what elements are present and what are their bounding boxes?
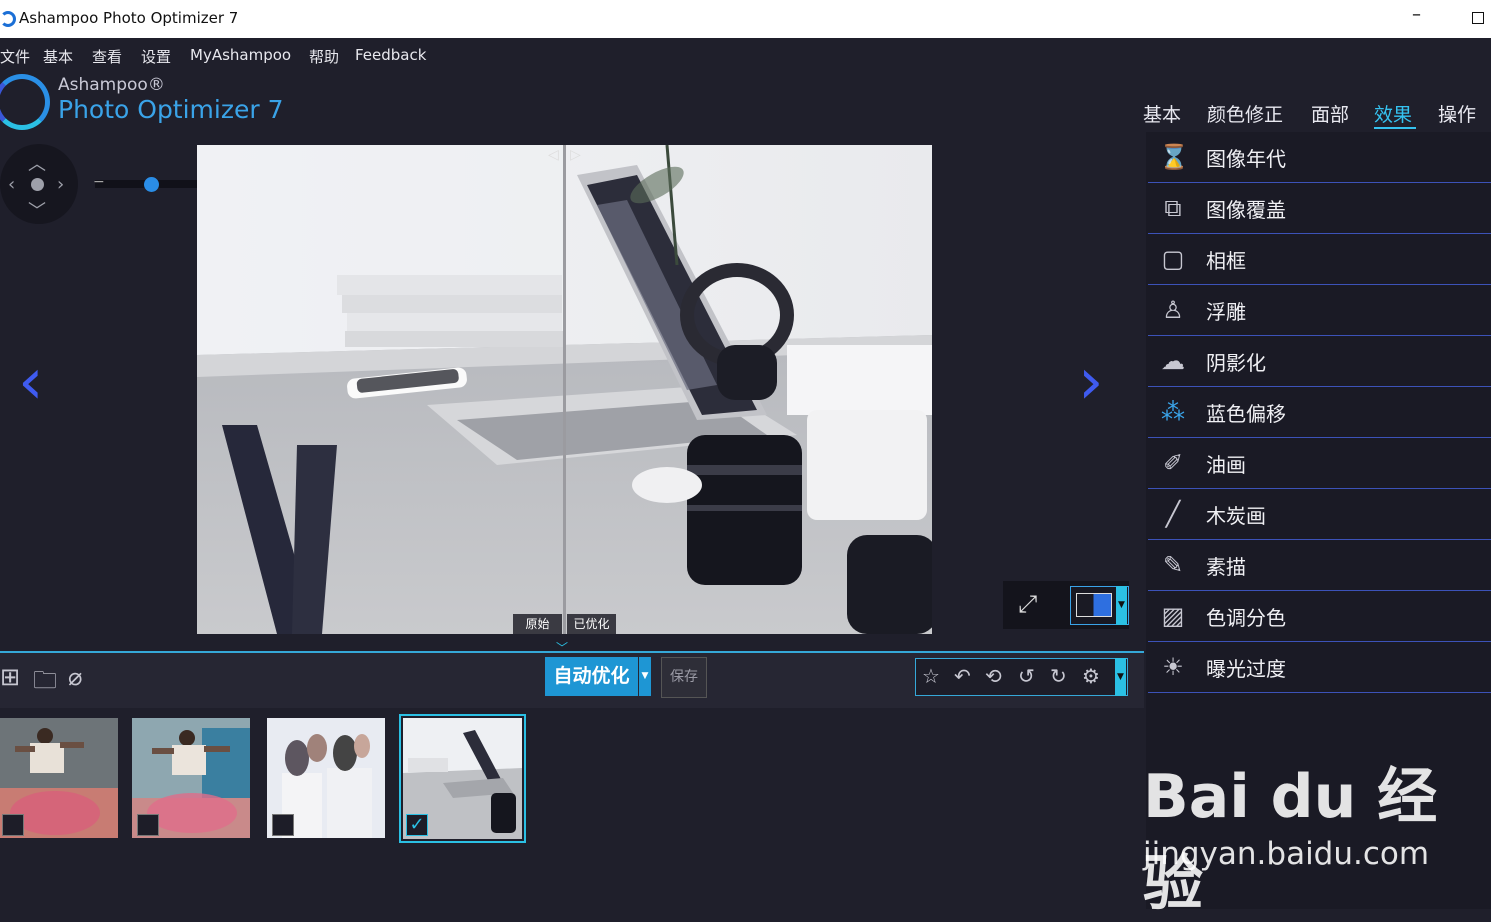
watermark-logo: Bai du 经验 (1143, 762, 1438, 919)
brand-name: Photo Optimizer 7 (58, 95, 284, 124)
effect-sketch[interactable]: ✎ 素描 (1148, 540, 1491, 591)
menu-settings[interactable]: 设置 (141, 46, 171, 67)
effect-oil-painting[interactable]: ✐ 油画 (1148, 438, 1491, 489)
add-folder-icon[interactable]: 🗀 (33, 663, 57, 704)
compare-divider[interactable] (563, 145, 566, 634)
effect-label: 油画 (1206, 453, 1246, 477)
nav-up-icon[interactable]: ︿ (28, 150, 46, 176)
nav-left-icon[interactable]: ‹ (8, 174, 15, 195)
maximize-icon[interactable] (1472, 12, 1484, 24)
effect-charcoal[interactable]: ╱ 木炭画 (1148, 489, 1491, 540)
brand-small: Ashampoo® (58, 75, 165, 95)
tab-effects[interactable]: 效果 (1374, 100, 1412, 127)
tab-color-correction[interactable]: 颜色修正 (1207, 100, 1283, 127)
effect-overexposure[interactable]: ☀ 曝光过度 (1148, 642, 1491, 693)
tab-operations[interactable]: 操作 (1438, 100, 1476, 127)
effect-label: 木炭画 (1206, 504, 1266, 528)
charcoal-icon: ╱ (1165, 500, 1181, 528)
overexposure-icon: ☀ (1162, 653, 1184, 681)
pencil-icon: ✎ (1162, 551, 1184, 579)
tab-face[interactable]: 面部 (1311, 100, 1349, 127)
zoom-slider-handle[interactable] (144, 177, 159, 192)
brush-icon: ✐ (1162, 449, 1184, 477)
divider-right-icon[interactable]: ▷ (570, 147, 581, 163)
menu-basic[interactable]: 基本 (43, 46, 73, 67)
effect-label: 素描 (1206, 555, 1246, 579)
zoom-out-icon[interactable]: − (93, 174, 105, 190)
menu-bar: 文件 基本 查看 设置 MyAshampoo 帮助 Feedback (0, 38, 1491, 72)
effect-frame[interactable]: ▢ 相框 (1148, 234, 1491, 285)
rotate-left-90-icon[interactable]: ↺ (1018, 664, 1035, 688)
thumbnail-4-checkbox[interactable]: ✓ (406, 814, 428, 836)
effect-label: 图像覆盖 (1206, 198, 1286, 222)
effect-image-age[interactable]: ⌛ 图像年代 (1148, 132, 1491, 183)
effect-image-overlay[interactable]: ⧉ 图像覆盖 (1148, 183, 1491, 234)
app-logo-icon (0, 11, 16, 27)
divider-left-icon[interactable]: ◁ (548, 147, 559, 163)
minimize-icon[interactable]: – (1412, 4, 1421, 25)
split-view-icon (1076, 593, 1112, 617)
auto-optimize-dropdown-icon[interactable]: ▼ (639, 657, 651, 696)
menu-feedback[interactable]: Feedback (355, 46, 426, 64)
magic-stars-icon[interactable]: ☆ (922, 664, 940, 688)
hourglass-icon: ⌛ (1159, 143, 1189, 171)
menu-myashampoo[interactable]: MyAshampoo (190, 46, 291, 64)
effect-label: 曝光过度 (1206, 657, 1286, 681)
settings-gear-icon[interactable]: ⚙ (1082, 664, 1100, 688)
nav-down-icon[interactable]: ﹀ (28, 197, 46, 223)
edit-tools-dropdown-icon[interactable]: ▼ (1115, 658, 1126, 696)
image-overlay-icon: ⧉ (1164, 194, 1182, 222)
active-tab-underline (1374, 127, 1416, 129)
undo-all-icon[interactable]: ⟲ (985, 664, 1002, 688)
menu-help[interactable]: 帮助 (309, 46, 339, 67)
tab-basic[interactable]: 基本 (1143, 100, 1181, 127)
effect-shadow[interactable]: ☁ 阴影化 (1148, 336, 1491, 387)
rotate-right-90-icon[interactable]: ↻ (1050, 664, 1067, 688)
emboss-icon: ♙ (1162, 296, 1184, 324)
split-view-dropdown-icon[interactable]: ▼ (1116, 586, 1127, 625)
clear-broom-icon[interactable]: ⌀ (68, 663, 82, 691)
effect-label: 蓝色偏移 (1206, 402, 1286, 426)
frame-icon: ▢ (1161, 245, 1185, 273)
shadow-icon: ☁ (1161, 347, 1185, 375)
next-image-icon[interactable]: › (1078, 350, 1104, 414)
original-label: 原始 (513, 614, 562, 634)
effect-label: 浮雕 (1206, 300, 1246, 324)
effect-posterize[interactable]: ▨ 色调分色 (1148, 591, 1491, 642)
menu-file[interactable]: 文件 (0, 46, 30, 67)
watermark-url: jingyan.baidu.com (1143, 836, 1430, 872)
nav-right-icon[interactable]: › (57, 174, 64, 195)
undo-icon[interactable]: ↶ (954, 664, 971, 688)
save-button[interactable]: 保存 (661, 657, 707, 698)
effect-label: 图像年代 (1206, 147, 1286, 171)
effect-label: 色调分色 (1206, 606, 1286, 630)
effect-label: 阴影化 (1206, 351, 1266, 375)
nav-center-icon[interactable] (31, 178, 44, 191)
optimized-label: 已优化 (567, 614, 616, 634)
thumbnail-1-checkbox[interactable] (2, 814, 24, 836)
effect-blue-shift[interactable]: ⁂ 蓝色偏移 (1148, 387, 1491, 438)
posterize-icon: ▨ (1161, 602, 1185, 630)
auto-optimize-button[interactable]: 自动优化 (545, 657, 638, 696)
thumbnail-2-checkbox[interactable] (137, 814, 159, 836)
thumbnail-3-checkbox[interactable] (272, 814, 294, 836)
previous-image-icon[interactable]: ‹ (18, 350, 44, 414)
effect-emboss[interactable]: ♙ 浮雕 (1148, 285, 1491, 336)
menu-view[interactable]: 查看 (92, 46, 122, 67)
window-title: Ashampoo Photo Optimizer 7 (19, 9, 239, 27)
fullscreen-icon[interactable]: ⤢ (1018, 590, 1037, 618)
title-bar: Ashampoo Photo Optimizer 7 – (0, 0, 1491, 38)
blue-shift-icon: ⁂ (1161, 398, 1185, 426)
effect-label: 相框 (1206, 249, 1246, 273)
add-file-icon[interactable]: ⊞ (0, 663, 20, 691)
